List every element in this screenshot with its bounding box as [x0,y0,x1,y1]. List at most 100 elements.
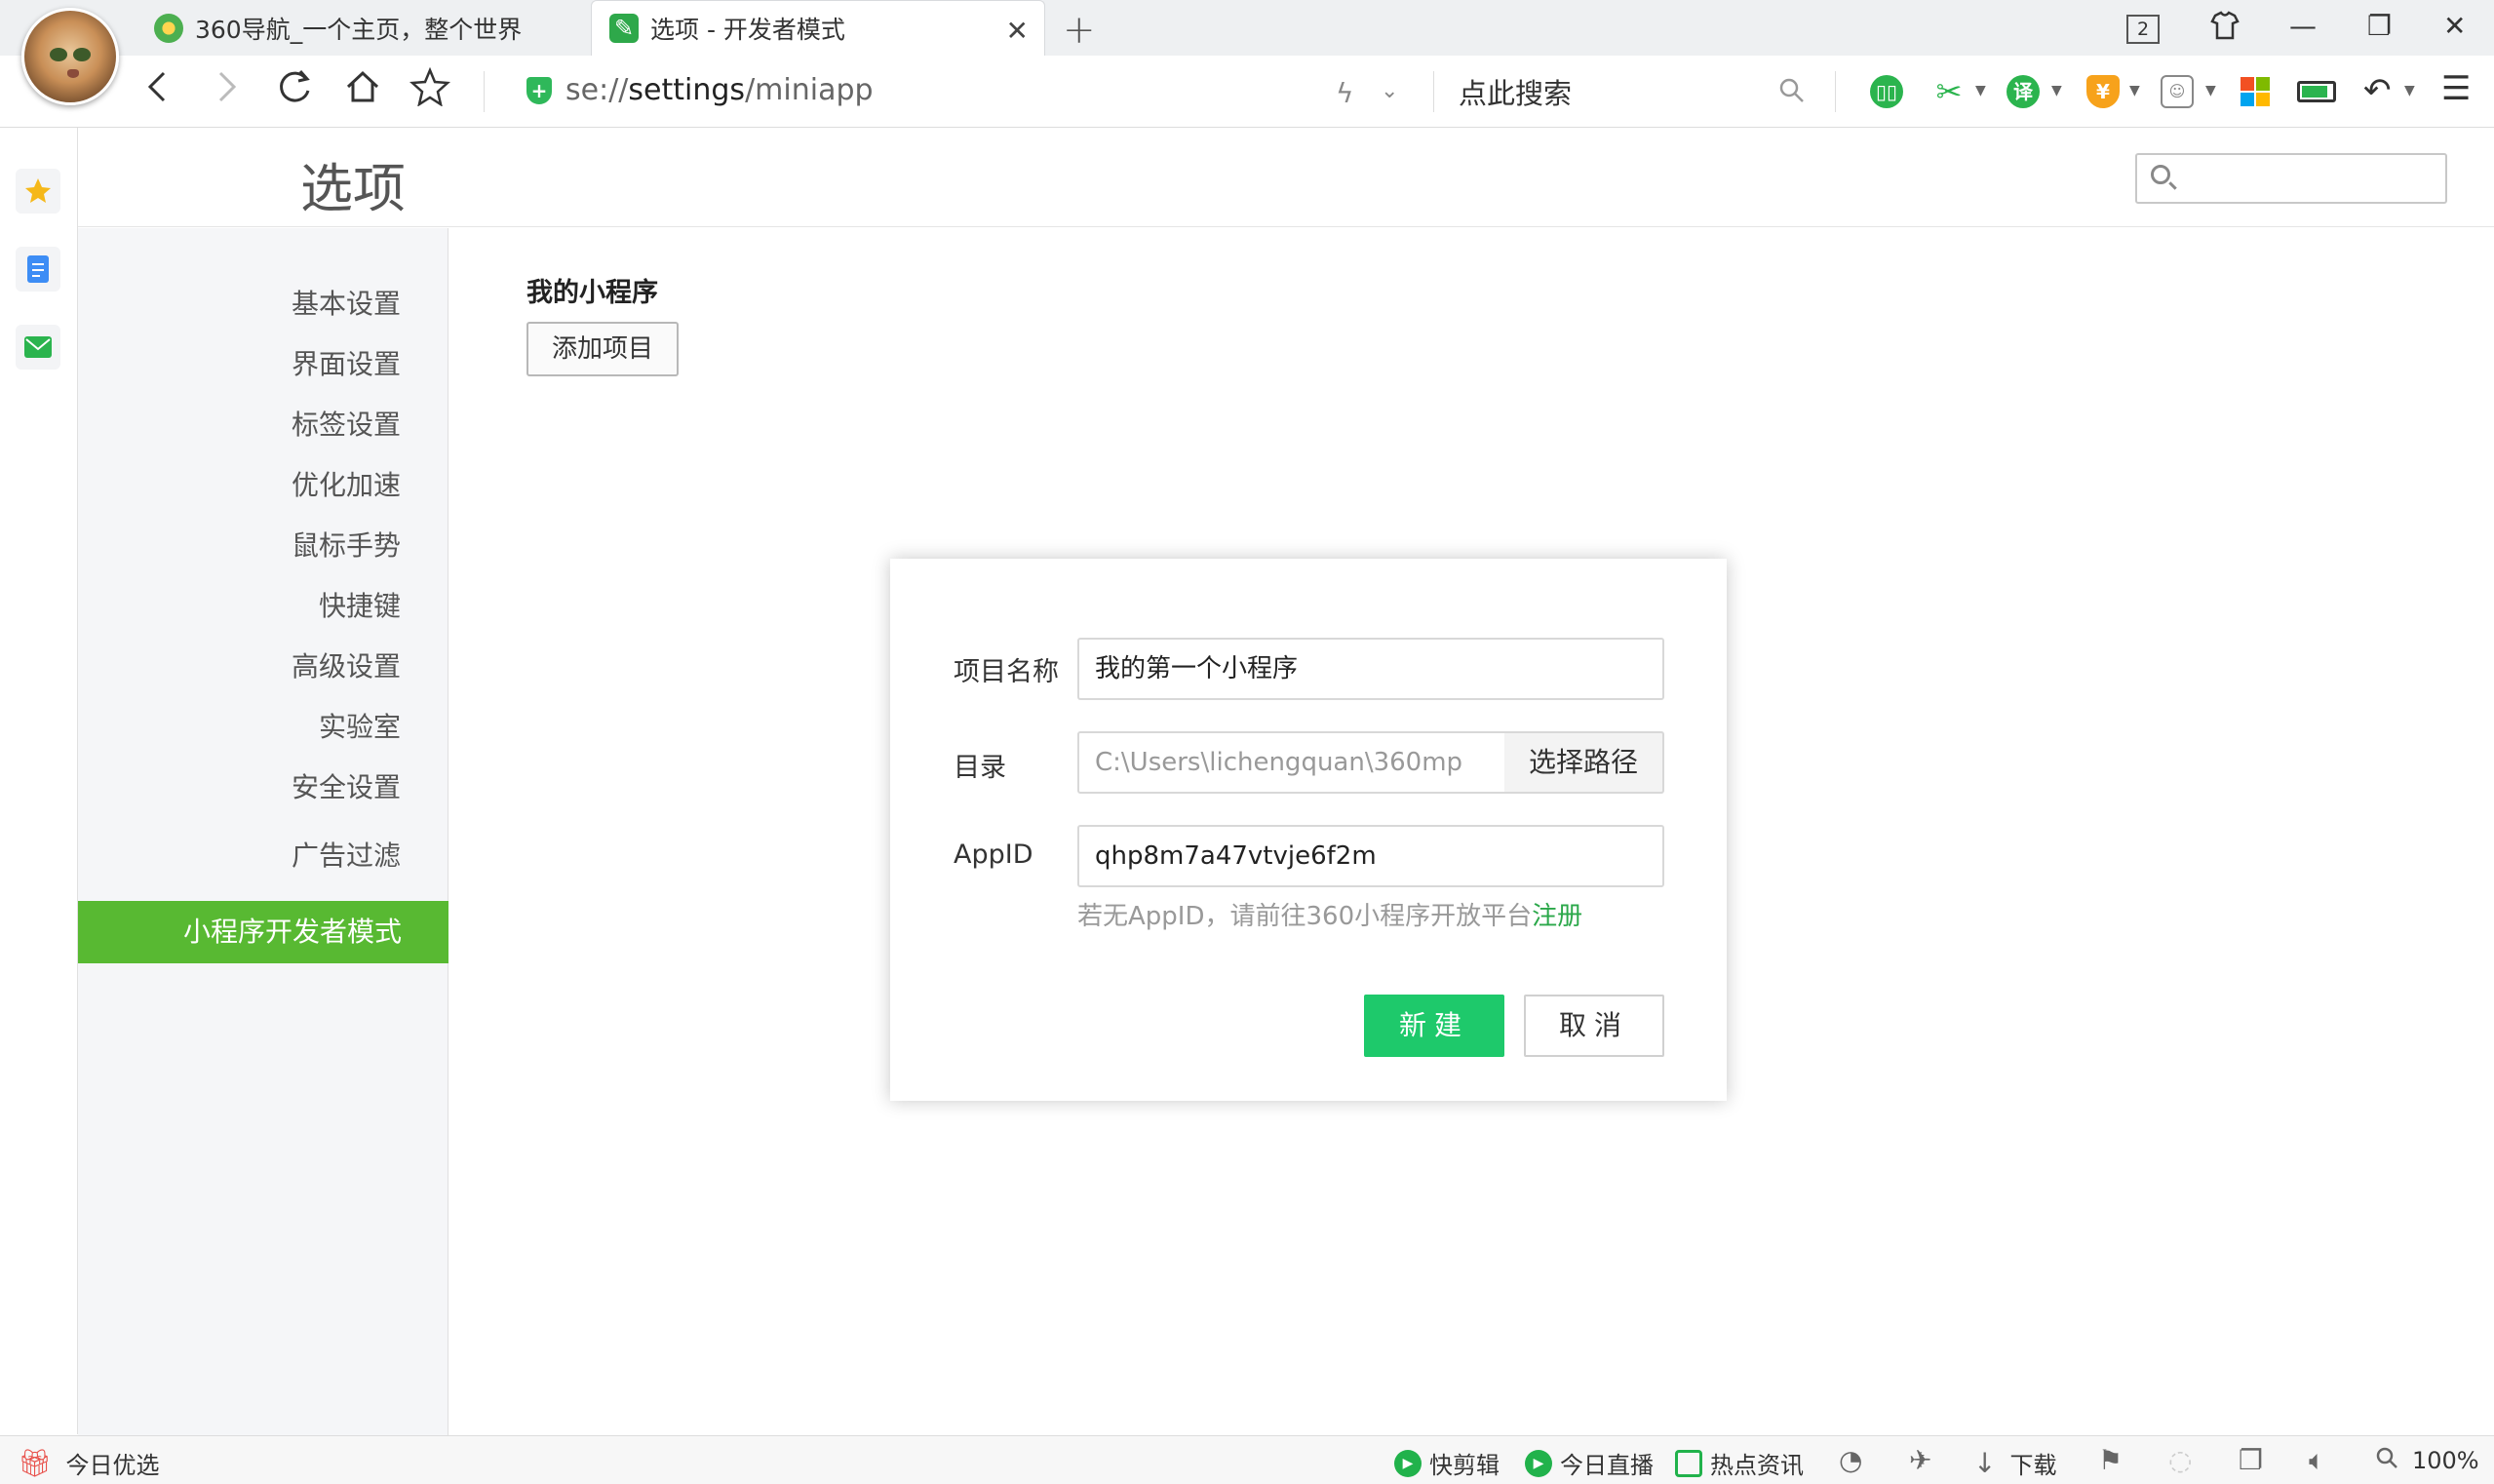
minimize-button[interactable]: — [2289,10,2317,42]
download[interactable]: ↓ 下载 [1973,1446,2056,1480]
forward-button[interactable] [213,67,242,117]
sidebar-item-lab[interactable]: 实验室 [319,706,401,745]
directory-label: 目录 [954,753,1006,783]
daily-picks[interactable]: 🎁︎ 今日优选 [18,1446,160,1480]
search-icon[interactable] [1778,77,1806,108]
game-icon[interactable]: ☺ [2161,75,2194,108]
translate-icon[interactable]: 译 [2007,75,2040,108]
favorites-star-icon[interactable] [16,169,60,214]
zoom-level: 100% [2412,1447,2479,1474]
sidebar-item-advanced[interactable]: 高级设置 [292,645,401,684]
add-project-button[interactable]: 添加项目 [526,322,679,376]
chevron-down-icon[interactable]: ⌄ [1381,79,1398,103]
favorite-star-button[interactable] [409,66,451,117]
toolbar-divider [484,71,485,112]
chevron-down-icon[interactable]: ▼ [2205,83,2216,98]
back-button[interactable] [142,67,172,117]
hot-news-label: 热点资讯 [1710,1452,1804,1479]
menu-icon[interactable]: ☰ [2441,69,2471,108]
tab-label: 360导航_一个主页，整个世界 [195,15,523,44]
browser-toolbar: + se://settings/miniapp ϟ ⌄ 点此搜索 ▯▯ ✂ ▼ … [0,56,2494,128]
live-today-label: 今日直播 [1560,1452,1654,1479]
tab-strip: 360导航_一个主页，整个世界 ✎ 选项 - 开发者模式 ✕ + 2 — ❐ ✕ [0,0,2494,56]
flag-icon[interactable]: ⚑ [2098,1444,2123,1476]
appid-label: AppID [954,840,1033,870]
settings-header: 选项 [78,128,2494,227]
news-icon [1675,1449,1702,1477]
new-project-dialog: 项目名称 我的第一个小程序 目录 C:\Users\lichengquan\36… [890,559,1727,1101]
sidebar-item-miniapp-dev[interactable]: 小程序开发者模式 [78,901,448,963]
app-grid-icon[interactable] [2241,77,2270,106]
undo-icon[interactable]: ↶ [2363,71,2392,110]
mail-icon[interactable] [16,325,60,370]
daily-picks-label: 今日优选 [65,1452,160,1479]
create-button[interactable]: 新建 [1364,995,1504,1057]
status-bar: 🎁︎ 今日优选 ▶ 快剪辑 ▶ 今日直播 热点资讯 ◔ ✈︎ ↓ 下载 ⚑ ◌ … [0,1435,2494,1484]
sidebar-item-mouse-gestures[interactable]: 鼠标手势 [292,525,401,564]
play-icon: ▶ [1525,1449,1552,1477]
shield-coin-icon[interactable]: ¥ [2086,75,2120,108]
project-name-input[interactable]: 我的第一个小程序 [1077,638,1664,700]
tab-settings[interactable]: ✎ 选项 - 开发者模式 ✕ [591,0,1045,56]
tab-count-button[interactable]: 2 [2126,15,2160,44]
settings-sidebar: 基本设置 界面设置 标签设置 优化加速 鼠标手势 快捷键 高级设置 实验室 安全… [78,228,448,1435]
cancel-button[interactable]: 取消 [1524,995,1664,1057]
download-icon: ↓ [1973,1447,1997,1479]
new-tab-button[interactable]: + [1063,8,1096,53]
user-avatar[interactable] [21,8,119,105]
download-label: 下载 [2009,1452,2057,1479]
search-input[interactable]: 点此搜索 [1459,71,1572,112]
close-window-button[interactable]: ✕ [2443,10,2466,42]
notes-document-icon[interactable] [16,247,60,292]
quick-edit[interactable]: ▶ 快剪辑 [1394,1446,1500,1480]
speed-icon[interactable]: ◔ [1839,1444,1862,1476]
sidebar-item-interface[interactable]: 界面设置 [292,343,401,382]
toolbar-divider [1835,71,1836,112]
reload-button[interactable] [275,67,314,117]
restore-button[interactable]: ❐ [2367,10,2392,42]
sidebar-item-basic[interactable]: 基本设置 [292,283,401,322]
zoom-icon [2375,1446,2398,1475]
window-icon[interactable]: ❐ [2239,1444,2263,1476]
tab-label: 选项 - 开发者模式 [650,16,845,44]
zoom-control[interactable]: 100% [2375,1446,2479,1475]
quick-edit-label: 快剪辑 [1429,1452,1500,1479]
sidebar-item-shortcuts[interactable]: 快捷键 [319,585,401,624]
hint-text: 若无AppID，请前往360小程序开放平台 [1077,902,1533,931]
scissors-icon[interactable]: ✂ [1932,75,1966,108]
chevron-down-icon[interactable]: ▼ [2129,83,2140,98]
sidebar-item-security[interactable]: 安全设置 [292,766,401,805]
sidebar-item-speedup[interactable]: 优化加速 [292,464,401,503]
register-link[interactable]: 注册 [1532,902,1582,931]
pin-icon[interactable]: ✈︎ [1909,1444,1931,1476]
sidebar-item-tabs[interactable]: 标签设置 [292,404,401,443]
reading-mode-icon[interactable]: ▯▯ [1870,75,1903,108]
chevron-down-icon[interactable]: ▼ [2051,83,2062,98]
section-title: 我的小程序 [526,278,658,308]
close-tab-icon[interactable]: ✕ [1006,15,1029,47]
360-logo-icon [154,13,183,43]
battery-icon[interactable] [2297,81,2336,102]
clean-icon[interactable]: ◌ [2168,1444,2192,1476]
tab-360-nav[interactable]: 360导航_一个主页，整个世界 [148,0,587,56]
chevron-down-icon[interactable]: ▼ [1975,83,1986,98]
home-button[interactable] [343,67,382,117]
volume-icon[interactable]: 🔈︎ [2309,1444,2325,1477]
settings-search-input[interactable] [2135,153,2447,204]
address-bar[interactable]: se://settings/miniapp [565,73,874,107]
project-name-label: 项目名称 [954,657,1059,687]
page-title: 选项 [300,158,406,219]
sidebar-item-ad-filter[interactable]: 广告过滤 [292,835,401,874]
side-strip [0,128,78,1434]
chevron-down-icon[interactable]: ▼ [2404,83,2415,98]
toolbar-divider [1433,71,1434,112]
appid-input[interactable]: qhp8m7a47vtvje6f2m [1077,825,1664,887]
live-today[interactable]: ▶ 今日直播 [1525,1446,1654,1480]
secure-shield-icon: + [526,77,552,104]
directory-input[interactable]: C:\Users\lichengquan\360mp [1077,731,1506,794]
skin-icon[interactable] [2209,10,2241,48]
choose-path-button[interactable]: 选择路径 [1504,731,1664,794]
hot-news[interactable]: 热点资讯 [1675,1446,1804,1480]
play-icon: ▶ [1394,1449,1422,1477]
lightning-icon[interactable]: ϟ [1336,77,1353,109]
